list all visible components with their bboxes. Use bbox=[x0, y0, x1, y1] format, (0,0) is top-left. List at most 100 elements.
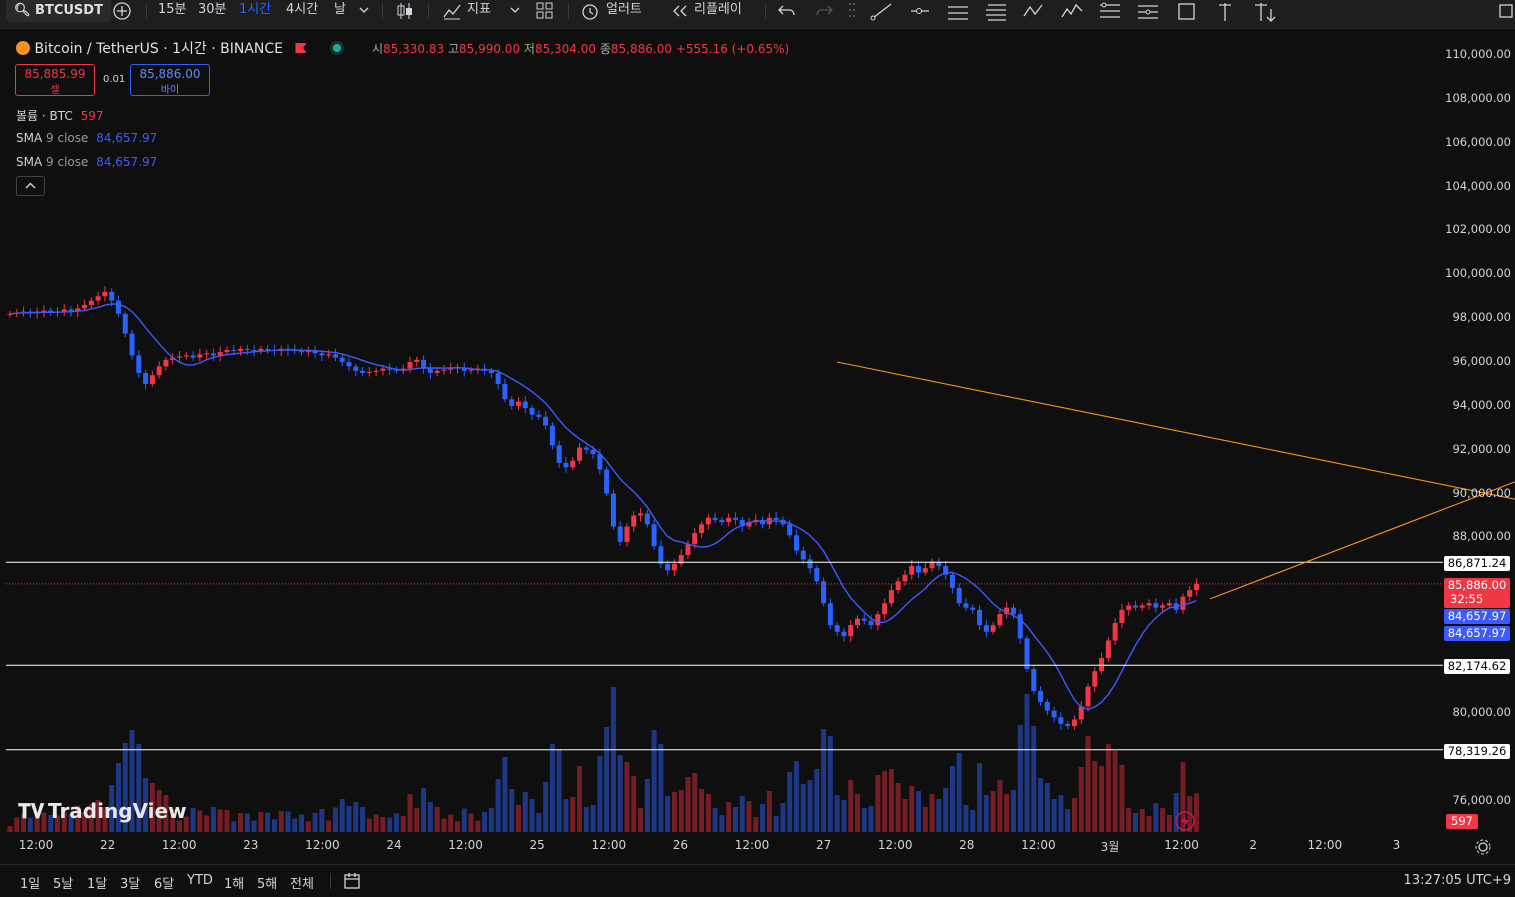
volume-bar bbox=[427, 802, 433, 832]
price-axis-label: 108,000.00 bbox=[1445, 90, 1511, 105]
candle-body bbox=[773, 517, 779, 520]
volume-bar bbox=[1051, 799, 1057, 832]
volume-bar bbox=[305, 821, 311, 832]
goto-date-icon[interactable] bbox=[342, 871, 362, 891]
candle-body bbox=[814, 568, 820, 582]
volume-bar bbox=[482, 812, 488, 832]
range-6m[interactable]: 6달 bbox=[154, 873, 174, 892]
candle-body bbox=[95, 296, 101, 301]
candle-body bbox=[841, 631, 847, 637]
volume-bar bbox=[393, 813, 399, 832]
settings-gear-icon[interactable] bbox=[1474, 838, 1492, 856]
high-label: 고 bbox=[447, 42, 459, 56]
volume-bar bbox=[407, 794, 413, 832]
candle-body bbox=[793, 535, 799, 551]
candle-body bbox=[1044, 701, 1050, 711]
volume-bar bbox=[705, 794, 711, 832]
volume-bar bbox=[7, 826, 13, 832]
candle-body bbox=[556, 445, 562, 463]
volume-bar bbox=[834, 795, 840, 832]
volume-bar bbox=[210, 807, 216, 832]
volume-legend[interactable]: 볼륨 · BTC 597 bbox=[16, 107, 104, 124]
candle-body bbox=[692, 533, 698, 545]
collapse-legend-button[interactable] bbox=[16, 176, 45, 196]
sma-tag: 84,657.97 bbox=[1444, 609, 1510, 624]
candle-body bbox=[1180, 596, 1186, 610]
candle-body bbox=[882, 603, 888, 615]
time-axis-label: 3월 bbox=[1100, 840, 1120, 854]
volume-bar bbox=[414, 808, 420, 832]
volume-bar bbox=[699, 789, 705, 832]
volume-bar bbox=[882, 771, 888, 832]
candle-body bbox=[536, 414, 542, 417]
price-axis-label: 96,000.00 bbox=[1452, 354, 1511, 369]
volume-bar bbox=[319, 809, 325, 832]
candle-body bbox=[1024, 638, 1030, 670]
sma-params: 9 close bbox=[46, 155, 89, 169]
volume-bar bbox=[577, 766, 583, 832]
range-1m[interactable]: 1달 bbox=[87, 873, 107, 892]
time-axis-label: 26 bbox=[672, 838, 689, 852]
buy-label: 바이 bbox=[160, 85, 180, 96]
volume-bar bbox=[963, 805, 969, 832]
candle-body bbox=[427, 368, 433, 373]
time-axis-label: 3 bbox=[1392, 838, 1401, 852]
volume-bar bbox=[1010, 790, 1016, 832]
sma-value: 84,657.97 bbox=[96, 131, 158, 145]
volume-bar bbox=[583, 807, 589, 832]
volume-bar bbox=[190, 808, 196, 832]
clock-display[interactable]: 13:27:05 UTC+9 bbox=[1404, 873, 1511, 888]
range-ytd[interactable]: YTD bbox=[187, 873, 213, 888]
toolbar-divider bbox=[330, 873, 331, 889]
price-axis-label: 104,000.00 bbox=[1445, 178, 1511, 193]
volume-bar bbox=[434, 807, 440, 832]
sma-line bbox=[9, 303, 1197, 710]
candle-body bbox=[658, 546, 664, 564]
range-3m[interactable]: 3달 bbox=[120, 873, 140, 892]
price-chart[interactable] bbox=[0, 0, 1515, 896]
volume-bar bbox=[922, 807, 928, 832]
volume-bar bbox=[224, 810, 230, 832]
range-5d[interactable]: 5날 bbox=[53, 873, 73, 892]
candle-body bbox=[1085, 686, 1091, 707]
open-label: 시 bbox=[372, 42, 384, 56]
volume-bar bbox=[387, 817, 393, 832]
time-axis-label: 22 bbox=[99, 838, 116, 852]
market-status-icon bbox=[332, 44, 341, 52]
price-line-tag: 82,174.62 bbox=[1444, 659, 1510, 674]
sma-legend-2[interactable]: SMA 9 close 84,657.97 bbox=[16, 155, 157, 169]
sma-legend-1[interactable]: SMA 9 close 84,657.97 bbox=[16, 131, 157, 145]
candle-body bbox=[827, 603, 833, 626]
candle-body bbox=[1187, 590, 1193, 597]
range-all[interactable]: 전체 bbox=[290, 873, 314, 892]
candle-body bbox=[1031, 669, 1037, 691]
flag-icon[interactable] bbox=[295, 43, 307, 53]
candle-body bbox=[834, 625, 840, 632]
volume-bar bbox=[543, 782, 549, 832]
candle-body bbox=[163, 359, 169, 367]
candle-body bbox=[1065, 723, 1071, 727]
volume-bar bbox=[570, 797, 576, 832]
candle-body bbox=[855, 618, 860, 626]
volume-bar bbox=[251, 820, 257, 832]
volume-bar bbox=[760, 804, 766, 832]
volume-bar bbox=[956, 753, 962, 832]
candle-body bbox=[339, 357, 345, 363]
range-5y[interactable]: 5해 bbox=[257, 873, 277, 892]
volume-bar bbox=[231, 821, 237, 832]
sell-button[interactable]: 85,885.99 셀 bbox=[15, 64, 95, 96]
range-1y[interactable]: 1해 bbox=[224, 873, 244, 892]
range-1d[interactable]: 1일 bbox=[20, 873, 40, 892]
tradingview-watermark[interactable]: 𝐓𝐕 TradingView bbox=[18, 799, 187, 823]
volume-bar bbox=[373, 814, 379, 832]
volume-bar bbox=[400, 816, 406, 832]
candle-body bbox=[448, 368, 454, 370]
buy-button[interactable]: 85,886.00 바이 bbox=[130, 64, 210, 96]
volume-bar bbox=[468, 813, 474, 832]
candle-body bbox=[224, 349, 230, 353]
volume-bar bbox=[936, 799, 942, 832]
time-axis-label: 28 bbox=[959, 838, 975, 852]
lightning-icon[interactable] bbox=[1174, 810, 1196, 832]
candle-body bbox=[197, 354, 203, 358]
candle-body bbox=[563, 462, 569, 468]
